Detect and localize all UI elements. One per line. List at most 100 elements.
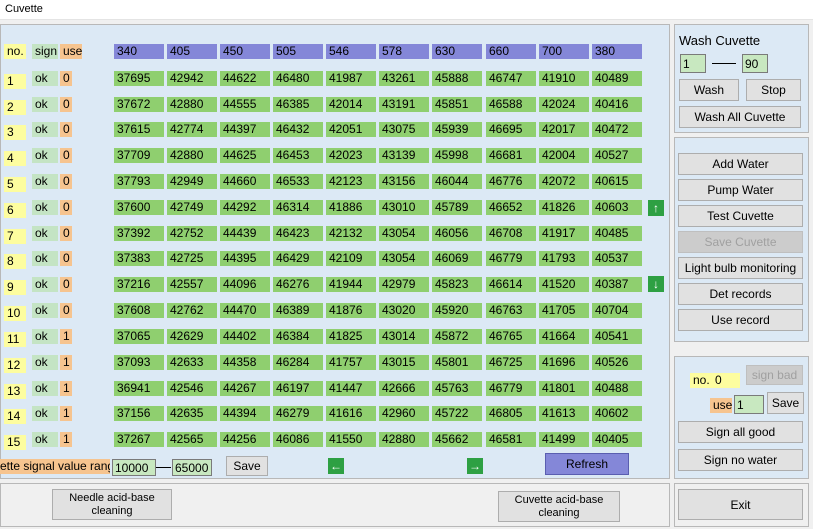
sign-no-label: no.: [690, 373, 712, 388]
add-water-button[interactable]: Add Water: [678, 153, 803, 175]
row-sign: ok: [32, 329, 58, 344]
light-bulb-monitoring-button[interactable]: Light bulb monitoring: [678, 257, 803, 279]
table-cell: 40526: [592, 355, 642, 370]
wash-button[interactable]: Wash: [679, 79, 739, 101]
table-cell: 43015: [379, 355, 429, 370]
range-save-button[interactable]: Save: [226, 456, 268, 476]
range-min-input[interactable]: [112, 459, 156, 476]
table-cell: 45939: [432, 122, 482, 137]
range-max-input[interactable]: [172, 459, 212, 476]
sign-use-input[interactable]: [734, 395, 764, 414]
header-no: no.: [4, 44, 26, 59]
wavelength-header: 505: [273, 44, 323, 59]
table-cell: 37267: [114, 432, 164, 447]
table-cell: 44395: [220, 251, 270, 266]
table-cell: 46314: [273, 200, 323, 215]
needle-acid-base-cleaning-button[interactable]: Needle acid-base cleaning: [52, 489, 172, 520]
wavelength-header: 700: [539, 44, 589, 59]
table-cell: 44397: [220, 122, 270, 137]
row-sign: ok: [32, 277, 58, 292]
sign-save-button[interactable]: Save: [767, 392, 804, 414]
exit-button[interactable]: Exit: [678, 489, 803, 520]
table-cell: 37600: [114, 200, 164, 215]
table-cell: 42752: [167, 226, 217, 241]
row-use: 0: [60, 226, 72, 241]
table-cell: 41705: [539, 303, 589, 318]
row-no: 12: [4, 358, 26, 373]
pump-water-button[interactable]: Pump Water: [678, 179, 803, 201]
table-cell: 45763: [432, 381, 482, 396]
stop-button[interactable]: Stop: [746, 79, 801, 101]
row-use: 0: [60, 122, 72, 137]
wavelength-header: 405: [167, 44, 217, 59]
row-no: 15: [4, 435, 26, 450]
table-cell: 37608: [114, 303, 164, 318]
table-cell: 43010: [379, 200, 429, 215]
page-right-arrow-icon[interactable]: →: [467, 458, 483, 474]
test-cuvette-button[interactable]: Test Cuvette: [678, 205, 803, 227]
table-cell: 45920: [432, 303, 482, 318]
table-cell: 46056: [432, 226, 482, 241]
table-cell: 44625: [220, 148, 270, 163]
wavelength-header: 340: [114, 44, 164, 59]
scroll-up-arrow-icon[interactable]: ↑: [648, 200, 664, 216]
sign-bad-button: sign bad: [746, 365, 803, 385]
table-cell: 41499: [539, 432, 589, 447]
wash-to-input[interactable]: [742, 54, 768, 73]
table-cell: 36941: [114, 381, 164, 396]
table-cell: 46581: [486, 432, 536, 447]
wash-from-input[interactable]: [680, 54, 706, 73]
signal-range-label: ette signal value range: [0, 459, 110, 474]
table-cell: 43054: [379, 251, 429, 266]
row-no: 13: [4, 384, 26, 399]
wash-range-dash: [712, 63, 736, 64]
table-cell: 37383: [114, 251, 164, 266]
sign-no-water-button[interactable]: Sign no water: [678, 449, 803, 471]
title-bar: Cuvette: [0, 0, 813, 20]
row-use: 0: [60, 303, 72, 318]
det-records-button[interactable]: Det records: [678, 283, 803, 305]
table-cell: 42051: [326, 122, 376, 137]
table-cell: 44358: [220, 355, 270, 370]
table-cell: 42004: [539, 148, 589, 163]
table-cell: 40537: [592, 251, 642, 266]
table-cell: 42132: [326, 226, 376, 241]
table-cell: 46765: [486, 329, 536, 344]
page-left-arrow-icon[interactable]: ←: [328, 458, 344, 474]
table-cell: 42762: [167, 303, 217, 318]
table-cell: 42546: [167, 381, 217, 396]
table-cell: 37672: [114, 97, 164, 112]
table-cell: 46429: [273, 251, 323, 266]
table-cell: 46453: [273, 148, 323, 163]
row-use: 1: [60, 432, 72, 447]
table-cell: 46480: [273, 71, 323, 86]
table-cell: 40472: [592, 122, 642, 137]
table-cell: 43139: [379, 148, 429, 163]
table-cell: 46763: [486, 303, 536, 318]
cuvette-acid-base-cleaning-button[interactable]: Cuvette acid-base cleaning: [498, 491, 620, 522]
table-cell: 41696: [539, 355, 589, 370]
scroll-down-arrow-icon[interactable]: ↓: [648, 276, 664, 292]
table-cell: 45888: [432, 71, 482, 86]
table-cell: 46384: [273, 329, 323, 344]
sign-all-good-button[interactable]: Sign all good: [678, 421, 803, 443]
table-cell: 37695: [114, 71, 164, 86]
table-cell: 41757: [326, 355, 376, 370]
row-no: 3: [4, 125, 26, 140]
table-cell: 41910: [539, 71, 589, 86]
row-no: 1: [4, 74, 26, 89]
table-cell: 46423: [273, 226, 323, 241]
use-record-button[interactable]: Use record: [678, 309, 803, 331]
table-cell: 41876: [326, 303, 376, 318]
row-use: 0: [60, 200, 72, 215]
table-cell: 46695: [486, 122, 536, 137]
table-cell: 46588: [486, 97, 536, 112]
row-no: 5: [4, 177, 26, 192]
table-cell: 40387: [592, 277, 642, 292]
wash-all-cuvette-button[interactable]: Wash All Cuvette: [679, 106, 801, 128]
refresh-button[interactable]: Refresh: [545, 453, 629, 475]
table-cell: 45722: [432, 406, 482, 421]
table-cell: 44555: [220, 97, 270, 112]
table-cell: 46069: [432, 251, 482, 266]
wavelength-header: 660: [486, 44, 536, 59]
